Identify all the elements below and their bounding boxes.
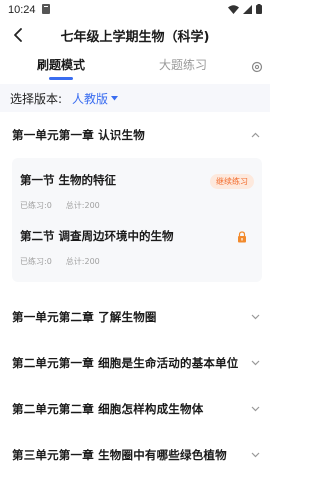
arrow-left-icon [14, 28, 22, 42]
battery-icon [256, 3, 262, 17]
tab-label: 大题练习 [158, 58, 207, 72]
tab-practice-mode[interactable]: 刷题模式 [0, 50, 122, 84]
chapter-row[interactable]: 第二单元第一章 细胞是生命活动的基本单位 [0, 340, 270, 386]
section-title: 第二节 调查周边环境中的生物 [20, 229, 174, 243]
chapter-title: 第二单元第一章 细胞是生命活动的基本单位 [12, 356, 239, 370]
settings-icon [251, 61, 263, 73]
section-meta: 已练习:0 总计:200 [20, 200, 252, 211]
status-time: 10:24 [8, 4, 36, 16]
back-button[interactable] [8, 25, 28, 45]
chapter-title: 第一单元第一章 认识生物 [12, 128, 145, 142]
chapter-row[interactable]: 第一单元第二章 了解生物圈 [0, 294, 270, 340]
total-count: 总计:200 [65, 201, 100, 210]
chevron-down-icon [251, 360, 260, 366]
page-title: 七年级上学期生物（科学) [60, 29, 210, 45]
tab-label: 刷题模式 [36, 58, 85, 72]
active-tab-indicator [49, 77, 73, 80]
chapter-title: 第三单元第一章 生物圈中有哪些绿色植物 [12, 448, 227, 462]
version-label: 选择版本: [10, 91, 63, 106]
chapter-row[interactable]: 第三单元第一章 生物圈中有哪些绿色植物 [0, 432, 270, 478]
chevron-down-icon [251, 452, 260, 458]
practiced-count: 已练习:0 [20, 201, 52, 210]
chapter-title: 第一单元第二章 了解生物圈 [12, 310, 157, 324]
chevron-down-icon [251, 406, 260, 412]
chevron-down-icon [251, 314, 260, 320]
continue-practice-button[interactable]: 继续练习 [210, 174, 254, 189]
version-select[interactable]: 人教版 [72, 90, 119, 107]
status-bar: 10:24 [0, 0, 270, 20]
status-right [228, 3, 262, 17]
section-item[interactable]: 第一节 生物的特征 已练习:0 总计:200 继续练习 [12, 164, 262, 220]
total-count: 总计:200 [65, 257, 100, 266]
section-item[interactable]: 第二节 调查周边环境中的生物 已练习:0 总计:200 [12, 220, 262, 276]
version-selected-value: 人教版 [72, 91, 109, 106]
notification-icon [41, 3, 50, 17]
section-list: 第一节 生物的特征 已练习:0 总计:200 继续练习 第二节 调查周边环境中的… [12, 158, 262, 282]
chapter-row[interactable]: 第二单元第二章 细胞怎样构成生物体 [0, 386, 270, 432]
chevron-up-icon [251, 132, 260, 138]
lock-icon [238, 231, 246, 243]
caret-down-icon [111, 95, 119, 100]
signal-icon [243, 4, 252, 17]
version-bar: 选择版本: 人教版 [0, 84, 270, 112]
chapter-row[interactable]: 第一单元第一章 认识生物 [0, 112, 270, 158]
status-left: 10:24 [8, 3, 50, 17]
section-meta: 已练习:0 总计:200 [20, 256, 252, 267]
practiced-count: 已练习:0 [20, 257, 52, 266]
header: 七年级上学期生物（科学) [0, 20, 270, 50]
mode-tabs: 刷题模式 大题练习 [0, 50, 270, 84]
wifi-icon [228, 4, 239, 17]
tab-big-question[interactable]: 大题练习 [122, 50, 244, 84]
settings-button[interactable] [244, 50, 270, 84]
chapter-title: 第二单元第二章 细胞怎样构成生物体 [12, 402, 204, 416]
